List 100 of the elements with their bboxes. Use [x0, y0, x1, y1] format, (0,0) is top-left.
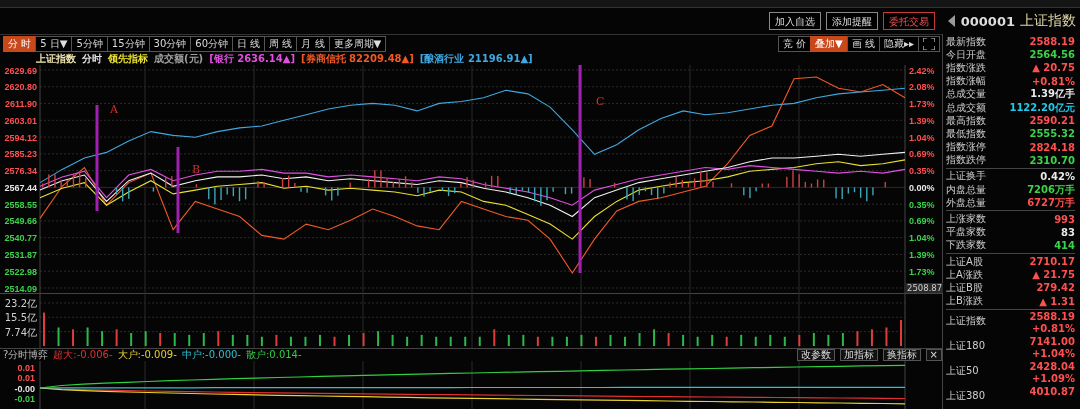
quote-label: 内盘总量: [946, 182, 986, 197]
legend-item: 成交额(元): [154, 52, 204, 66]
quote-label: 指数涨停: [946, 140, 986, 155]
quote-label: 最新指数: [946, 34, 986, 49]
percent-label: 2.42%: [909, 65, 935, 76]
price-readout: 2508.87: [906, 283, 944, 293]
index-name[interactable]: 上证指数: [946, 313, 986, 336]
period-tab[interactable]: 日 线: [232, 36, 266, 52]
axis-label: -0.00: [14, 383, 35, 394]
indicator-readout: 中户:-0.000-: [181, 348, 241, 362]
index-price: 2428.04: [1029, 360, 1075, 374]
quote-label: 上A涨跌: [946, 267, 983, 282]
percent-label: 1.39%: [909, 115, 935, 126]
indicator-readout: 散户:0.014-: [245, 348, 302, 362]
indicator-button[interactable]: ×: [925, 349, 942, 361]
quote-label: 上B涨跌: [946, 294, 983, 309]
quote-value: 993: [1054, 213, 1075, 225]
legend-item: 上证指数: [36, 52, 76, 66]
axis-label: -0.01: [14, 394, 35, 404]
quote-value: ▲ 1.31: [1039, 295, 1075, 307]
stock-name: 上证指数: [1020, 12, 1076, 30]
percent-label: 0.69%: [909, 216, 935, 227]
quote-value: 2555.32: [1029, 128, 1075, 140]
axis-label: 2620.80: [4, 82, 37, 93]
quote-label: 今日开盘: [946, 47, 986, 62]
percent-label: 1.04%: [909, 233, 935, 244]
period-tab[interactable]: 分 时: [3, 36, 37, 52]
quote-label: 指数涨跌: [946, 60, 986, 75]
header-button[interactable]: 委托交易: [882, 12, 935, 30]
axis-label: 0.01: [17, 373, 35, 383]
quote-value: 1122.20亿元: [1009, 100, 1075, 115]
quote-value: 2824.18: [1029, 141, 1075, 153]
legend-item: 领先指标: [108, 52, 148, 66]
quote-value: 1.39亿手: [1030, 87, 1075, 102]
period-tab[interactable]: 5分钟: [71, 36, 108, 52]
quote-label: 上证B股: [946, 280, 983, 295]
indicator-button[interactable]: 加指标: [839, 349, 878, 361]
index-name[interactable]: 上证50: [946, 363, 979, 386]
quote-label: 上证A股: [946, 254, 983, 269]
period-tab[interactable]: 5 日▼: [35, 36, 73, 52]
back-arrow-icon[interactable]: [947, 15, 956, 27]
quote-label: 上证换手: [946, 169, 986, 184]
quote-value: ▲ 21.75: [1032, 269, 1075, 281]
index-name[interactable]: 上证180: [946, 338, 986, 361]
index-change: +1.04%: [1031, 348, 1075, 361]
period-tab[interactable]: 月 线: [296, 36, 330, 52]
fullscreen-button[interactable]: [918, 36, 940, 52]
period-tab[interactable]: 周 线: [264, 36, 298, 52]
index-name[interactable]: 上证380: [946, 388, 986, 409]
quote-label: 指数跌停: [946, 153, 986, 168]
quote-label: 下跌家数: [946, 238, 986, 253]
tool-button[interactable]: 叠加▼: [810, 36, 848, 52]
axis-label: 2629.69: [4, 65, 37, 76]
percent-label: 1.73%: [909, 266, 935, 277]
axis-label: 2549.66: [4, 216, 37, 227]
axis-label: 2585.23: [4, 149, 37, 160]
legend-item: [券商信托 82209.48▲]: [301, 52, 414, 66]
quote-label: 最高指数: [946, 113, 986, 128]
percent-label: 1.39%: [909, 249, 935, 260]
period-tab[interactable]: 30分钟: [148, 36, 192, 52]
quote-value: 2588.19: [1029, 36, 1075, 48]
quote-label: 外盘总量: [946, 195, 986, 210]
axis-label: 2522.98: [4, 266, 37, 277]
legend-item: [银行 2636.14▲]: [209, 52, 295, 66]
period-tab[interactable]: 15分钟: [106, 36, 150, 52]
axis-label: 0.01: [17, 362, 35, 373]
tool-button[interactable]: 隐藏▸▸: [878, 36, 919, 52]
legend-item: [酿酒行业 21196.91▲]: [419, 52, 533, 66]
index-price: 4010.87: [1029, 385, 1075, 399]
tool-button[interactable]: 画 线: [846, 36, 880, 52]
stock-code: 000001: [960, 13, 1015, 29]
quote-value: 6727万手: [1027, 195, 1075, 210]
period-tab[interactable]: 60分钟: [190, 36, 233, 52]
indicator-button[interactable]: 改参数: [796, 349, 835, 361]
percent-label: 2.08%: [909, 82, 935, 93]
quote-value: 2710.17: [1029, 256, 1075, 268]
percent-label: 0.00%: [909, 182, 935, 193]
quote-value: 279.42: [1036, 282, 1075, 294]
quote-value: 7206万手: [1027, 182, 1075, 197]
tool-button[interactable]: 竞 价: [777, 36, 812, 52]
axis-label: 2594.12: [4, 132, 37, 143]
indicator-readout: 大户:-0.009-: [117, 348, 177, 362]
percent-label: 0.35%: [909, 199, 935, 210]
quote-value: 83: [1061, 226, 1075, 238]
axis-label: 2611.90: [4, 99, 37, 110]
period-tab[interactable]: 更多周期▼: [328, 36, 387, 52]
header-button[interactable]: 加入自选: [768, 12, 821, 30]
index-price: 7141.00: [1029, 335, 1075, 349]
indicator-readout: 超大:-0.006-: [53, 348, 113, 362]
header-button[interactable]: 添加提醒: [825, 12, 878, 30]
percent-label: 0.69%: [909, 149, 935, 160]
axis-label: 15.5亿: [4, 312, 37, 324]
quote-label: 最低指数: [946, 126, 986, 141]
axis-label: 2531.87: [4, 249, 37, 260]
axis-label: 7.74亿: [4, 326, 37, 338]
quote-value: +0.81%: [1031, 75, 1075, 87]
axis-label: 2567.44: [4, 182, 37, 193]
indicator-button[interactable]: 换指标: [882, 349, 921, 361]
index-price: 2588.19: [1029, 310, 1075, 324]
axis-label: 2603.01: [4, 115, 37, 126]
